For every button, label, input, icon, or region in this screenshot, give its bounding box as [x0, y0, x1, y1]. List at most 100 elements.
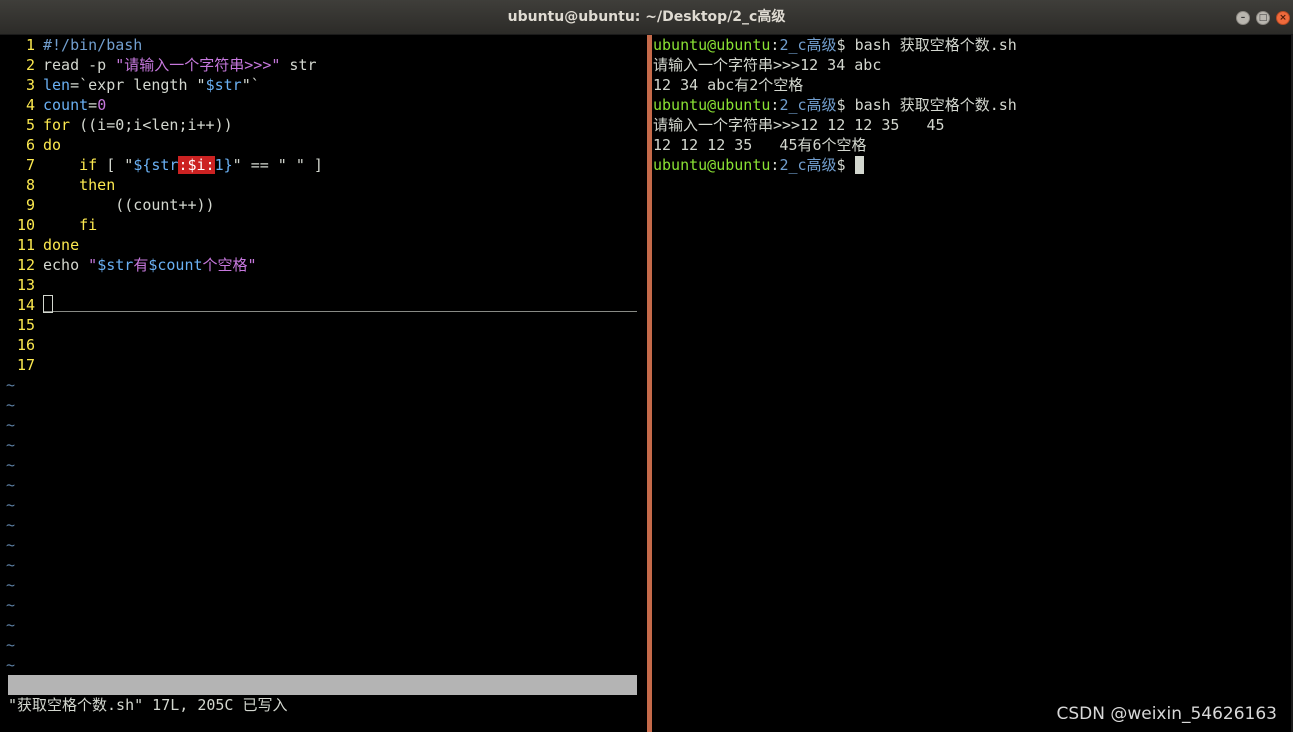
shell-output-line: 请输入一个字符串>>>12 34 abc	[653, 56, 882, 74]
terminal-window: ubuntu@ubuntu: ~/Desktop/2_c高级 – □ × 获取空…	[0, 0, 1293, 732]
editor-line[interactable]: 6 do	[8, 135, 61, 155]
editor-line[interactable]: 16	[8, 335, 43, 355]
status-cursor-position: 14,0-1	[476, 716, 531, 732]
code-token: echo	[43, 256, 89, 274]
prompt-user: ubuntu@ubuntu	[653, 156, 771, 174]
line-number: 4	[25, 96, 35, 114]
editor-cursor	[43, 295, 53, 313]
empty-line-tilde: ~	[6, 596, 16, 614]
line-number: 15	[16, 316, 35, 334]
empty-line-tilde: ~	[6, 516, 16, 534]
shell-output-line: 12 34 abc有2个空格	[653, 76, 804, 94]
vim-status-line: 获取空格个数.sh 14,0-1 全部	[8, 675, 637, 732]
vim-editor-pane[interactable]: 获取空格个数.sh 14,0-1 全部 "获取空格个数.sh" 17L, 205…	[0, 35, 644, 732]
line-number: 10	[16, 216, 35, 234]
line-number: 3	[25, 76, 35, 94]
prompt-dollar: $	[836, 156, 855, 174]
code-token: done	[43, 236, 80, 254]
terminal-cursor[interactable]	[854, 156, 864, 174]
empty-line-tilde: ~	[6, 376, 16, 394]
window-title: ubuntu@ubuntu: ~/Desktop/2_c高级	[507, 9, 786, 25]
editor-line[interactable]: 9 ((count++))	[8, 195, 215, 215]
pane-divider-handle[interactable]	[647, 35, 652, 732]
editor-line[interactable]: 7 if [ "${str:$i:1}" == " " ]	[8, 155, 323, 175]
prompt-user: ubuntu@ubuntu	[653, 96, 771, 114]
line-number: 12	[16, 256, 35, 274]
line-number: 5	[25, 116, 35, 134]
editor-line[interactable]: 1 #!/bin/bash	[8, 35, 142, 55]
code-token: "`	[241, 76, 260, 94]
line-number: 6	[25, 136, 35, 154]
editor-line[interactable]: 11 done	[8, 235, 79, 255]
code-token: 1}	[214, 156, 233, 174]
code-token: =	[88, 96, 98, 114]
line-number: 8	[25, 176, 35, 194]
cursorline-underline	[43, 311, 637, 312]
title-bar[interactable]: ubuntu@ubuntu: ~/Desktop/2_c高级 – □ ×	[0, 0, 1293, 35]
line-number: 14	[16, 296, 35, 314]
code-token: if	[79, 156, 98, 174]
shell-output-line: 请输入一个字符串>>>12 12 12 35 45	[653, 116, 945, 134]
shell-output-line: 12 12 12 35 45有6个空格	[653, 136, 867, 154]
shell-command: bash 获取空格个数.sh	[854, 96, 1017, 114]
editor-line[interactable]: 13	[8, 275, 43, 295]
shell-prompt-line: ubuntu@ubuntu:2_c高级$ bash 获取空格个数.sh	[653, 95, 1017, 115]
minimize-button[interactable]: –	[1236, 11, 1250, 25]
code-token: $str	[205, 76, 242, 94]
code-token: =`expr length	[70, 76, 197, 94]
editor-line[interactable]: 4 count=0	[8, 95, 106, 115]
empty-line-tilde: ~	[6, 636, 16, 654]
code-token: len	[43, 76, 71, 94]
code-token: count	[43, 96, 89, 114]
empty-line-tilde: ~	[6, 456, 16, 474]
vim-message-line: "获取空格个数.sh" 17L, 205C 已写入	[8, 696, 288, 714]
code-token: read -p	[43, 56, 116, 74]
code-token: [ "	[97, 156, 134, 174]
code-token: $str	[97, 256, 134, 274]
line-number: 17	[16, 356, 35, 374]
empty-line-tilde: ~	[6, 536, 16, 554]
line-number: 7	[25, 156, 35, 174]
empty-line-tilde: ~	[6, 576, 16, 594]
empty-line-tilde: ~	[6, 556, 16, 574]
close-button[interactable]: ×	[1276, 11, 1290, 25]
code-token: 个空格"	[202, 256, 257, 274]
code-token: for	[43, 116, 71, 134]
editor-line[interactable]: 2 read -p "请输入一个字符串>>>" str	[8, 55, 317, 75]
line-number: 2	[25, 56, 35, 74]
pane-divider[interactable]	[644, 35, 653, 732]
editor-line[interactable]: 5 for ((i=0;i<len;i++))	[8, 115, 233, 135]
code-token: then	[79, 176, 116, 194]
shell-prompt-line: ubuntu@ubuntu:2_c高级$ bash 获取空格个数.sh	[653, 35, 1017, 55]
editor-line[interactable]: 8 then	[8, 175, 115, 195]
maximize-button[interactable]: □	[1256, 11, 1270, 25]
editor-line[interactable]: 17	[8, 355, 43, 375]
prompt-dollar: $	[836, 36, 855, 54]
editor-line[interactable]: 10 fi	[8, 215, 97, 235]
shell-prompt-line: ubuntu@ubuntu:2_c高级$	[653, 155, 864, 175]
code-token: "请输入一个字符串>>>"	[115, 56, 281, 74]
prompt-path: 2_c高级	[779, 156, 837, 174]
editor-line[interactable]: 15	[8, 315, 43, 335]
code-token: "	[88, 256, 98, 274]
shell-pane[interactable]: CSDN @weixin_54626163 ubuntu@ubuntu:2_c高…	[653, 35, 1293, 732]
code-token: do	[43, 136, 62, 154]
code-token: ((i=0;i<len;i++))	[70, 116, 233, 134]
code-token: ((count++))	[43, 196, 215, 214]
line-number: 16	[16, 336, 35, 354]
watermark: CSDN @weixin_54626163	[1056, 704, 1277, 724]
editor-line[interactable]: 12 echo "$str有$count个空格"	[8, 255, 257, 275]
prompt-path: 2_c高级	[779, 96, 837, 114]
editor-line[interactable]: 3 len=`expr length "$str"`	[8, 75, 260, 95]
empty-line-tilde: ~	[6, 476, 16, 494]
empty-line-tilde: ~	[6, 656, 16, 674]
code-token: ${str	[133, 156, 179, 174]
editor-line[interactable]: 14	[8, 295, 53, 315]
code-token: #!/bin/bash	[43, 36, 143, 54]
line-number: 1	[25, 36, 35, 54]
code-token: "	[196, 76, 206, 94]
empty-line-tilde: ~	[6, 416, 16, 434]
prompt-user: ubuntu@ubuntu	[653, 36, 771, 54]
code-token: 0	[97, 96, 107, 114]
